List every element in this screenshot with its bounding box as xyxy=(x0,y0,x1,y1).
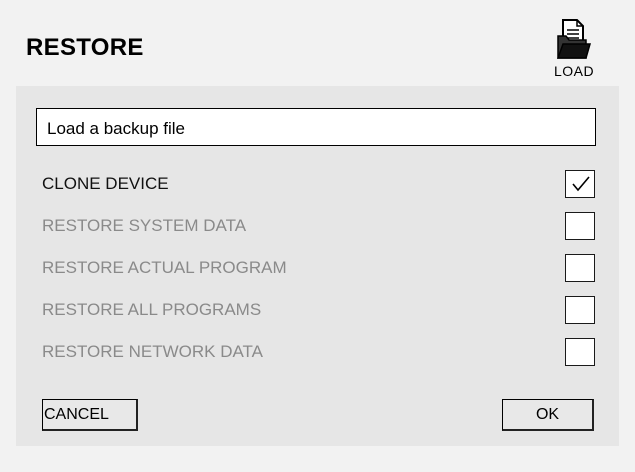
load-button[interactable]: LOAD xyxy=(545,16,603,82)
cancel-button[interactable]: CANCEL xyxy=(42,399,138,431)
dialog-title: RESTORE xyxy=(26,34,144,61)
option-label: CLONE DEVICE xyxy=(42,174,169,193)
ok-button[interactable]: OK xyxy=(502,399,594,431)
option-label: RESTORE ALL PROGRAMS xyxy=(42,300,262,319)
option-label: RESTORE ACTUAL PROGRAM xyxy=(42,258,287,277)
option-clone-device: CLONE DEVICE xyxy=(42,170,597,200)
clone-device-checkbox[interactable] xyxy=(565,170,595,198)
option-label: RESTORE SYSTEM DATA xyxy=(42,216,247,235)
restore-all-programs-checkbox[interactable] xyxy=(565,296,595,324)
checkmark-icon xyxy=(572,176,590,192)
open-folder-document-icon xyxy=(556,19,591,59)
restore-actual-program-checkbox[interactable] xyxy=(565,254,595,282)
restore-dialog: RESTORE LOAD Load a backup file CLONE DE… xyxy=(0,0,635,472)
load-label: LOAD xyxy=(553,63,595,79)
option-label: RESTORE NETWORK DATA xyxy=(42,342,264,361)
restore-network-data-checkbox[interactable] xyxy=(565,338,595,366)
restore-system-data-checkbox[interactable] xyxy=(565,212,595,240)
option-restore-system-data: RESTORE SYSTEM DATA xyxy=(42,212,597,242)
option-restore-all-programs: RESTORE ALL PROGRAMS xyxy=(42,296,597,326)
backup-file-field[interactable]: Load a backup file xyxy=(36,108,596,146)
option-restore-network-data: RESTORE NETWORK DATA xyxy=(42,338,597,368)
option-restore-actual-program: RESTORE ACTUAL PROGRAM xyxy=(42,254,597,284)
